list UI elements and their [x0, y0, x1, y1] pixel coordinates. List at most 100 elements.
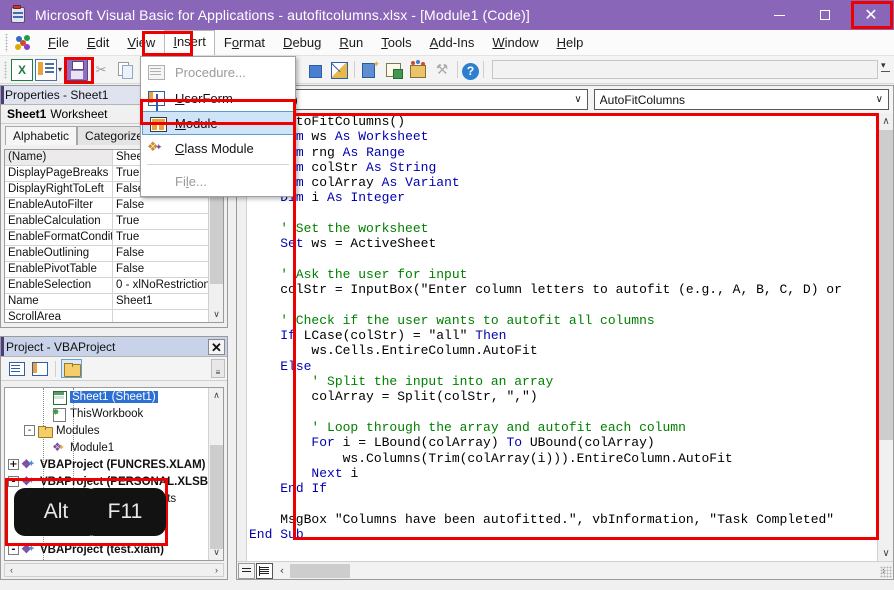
table-row[interactable]: Name Sheet1	[5, 294, 223, 310]
property-value[interactable]	[113, 310, 223, 322]
code-horizontal-scrollbar[interactable]: ‹ ›	[275, 562, 891, 579]
menu-tools[interactable]: Tools	[372, 31, 420, 55]
menu-grip-icon[interactable]	[3, 33, 12, 52]
tree-expand-toggle[interactable]: +	[8, 459, 19, 470]
scrollbar-thumb[interactable]	[879, 130, 893, 440]
vbaproject-icon	[21, 474, 37, 489]
property-key: EnablePivotTable	[5, 262, 113, 277]
properties-window-button[interactable]	[383, 59, 405, 81]
maximize-button[interactable]	[802, 0, 848, 30]
scroll-up-icon[interactable]: ∧	[209, 388, 223, 403]
property-value[interactable]: False	[113, 262, 223, 277]
project-close-button[interactable]: ✕	[208, 339, 225, 355]
tree-item-vbaproject-funcres[interactable]: + VBAProject (FUNCRES.XLAM)	[5, 456, 223, 473]
property-key: Name	[5, 294, 113, 309]
property-value[interactable]: False	[113, 198, 223, 213]
menu-item-procedure[interactable]: Procedure...	[141, 59, 295, 85]
insert-userform-button[interactable]	[35, 58, 57, 81]
resize-grip-icon[interactable]	[880, 566, 892, 578]
tree-item-sheet1[interactable]: Sheet1 (Sheet1)	[5, 388, 223, 405]
standard-toolbar: ▾ ▾	[0, 56, 894, 84]
menu-view[interactable]: View	[118, 31, 164, 55]
help-button[interactable]	[462, 62, 480, 80]
property-value[interactable]: False	[113, 246, 223, 261]
table-row[interactable]: EnablePivotTable False	[5, 262, 223, 278]
table-row[interactable]: ScrollArea	[5, 310, 223, 322]
tree-item-vbaproject-test[interactable]: - VBAProject (test.xlam)	[5, 541, 223, 558]
scrollbar-thumb[interactable]	[290, 563, 350, 578]
view-object-button[interactable]	[29, 359, 50, 378]
toolbar-overflow-icon[interactable]: ▾	[881, 60, 890, 72]
view-excel-button[interactable]	[11, 58, 33, 81]
cut-button[interactable]	[90, 59, 112, 81]
tree-collapse-toggle[interactable]: -	[8, 544, 19, 555]
procedure-view-button[interactable]	[238, 562, 255, 579]
scroll-up-icon[interactable]: ∧	[878, 113, 893, 129]
key-label: F11	[107, 500, 143, 523]
menu-addins[interactable]: Add-Ins	[421, 31, 484, 55]
tree-item-thisworkbook[interactable]: ThisWorkbook	[5, 405, 223, 422]
menu-item-file[interactable]: File...	[141, 168, 295, 194]
worksheet-icon	[51, 390, 67, 405]
menu-format[interactable]: Format	[215, 31, 274, 55]
close-button[interactable]: ✕	[848, 0, 894, 30]
table-row[interactable]: EnableOutlining False	[5, 246, 223, 262]
menu-file[interactable]: FFileile	[39, 31, 78, 55]
scroll-down-icon[interactable]: ∨	[209, 545, 223, 560]
menu-separator	[147, 164, 289, 165]
toolbox-button[interactable]	[431, 59, 453, 81]
toolbar-separator-2	[457, 61, 459, 78]
table-row[interactable]: EnableFormatConditi True	[5, 230, 223, 246]
code-text[interactable]: Sub AutoFitColumns() Dim ws As Worksheet…	[249, 114, 877, 561]
property-value[interactable]: True	[113, 214, 223, 229]
scroll-down-icon[interactable]: ∨	[209, 307, 223, 322]
tree-collapse-toggle[interactable]: -	[24, 425, 35, 436]
toggle-folders-button[interactable]	[61, 359, 82, 378]
menu-edit[interactable]: Edit	[78, 31, 118, 55]
property-value[interactable]: Sheet1	[113, 294, 223, 309]
table-row[interactable]: EnableCalculation True	[5, 214, 223, 230]
tree-item-module1[interactable]: Module1	[5, 439, 223, 456]
menu-item-label: Procedure...	[175, 64, 246, 80]
scroll-down-icon[interactable]: ∨	[878, 545, 893, 561]
view-code-button[interactable]	[6, 359, 27, 378]
project-title-bar: Project - VBAProject ✕	[1, 337, 227, 357]
project-tree-hscrollbar[interactable]: ‹ ›	[4, 563, 224, 577]
menu-debug[interactable]: Debug	[274, 31, 330, 55]
design-mode-button[interactable]	[328, 59, 350, 81]
project-tree-scrollbar[interactable]: ∧ ∨	[208, 388, 223, 560]
insert-dropdown-arrow-icon[interactable]: ▾	[58, 65, 62, 74]
object-browser-button[interactable]	[407, 59, 429, 81]
tree-collapse-toggle[interactable]: -	[8, 476, 19, 487]
module-icon	[150, 117, 167, 132]
hscroll-right-icon[interactable]: ›	[211, 565, 222, 575]
full-module-view-button[interactable]	[256, 562, 273, 579]
property-value[interactable]: True	[113, 230, 223, 245]
copy-button[interactable]	[114, 59, 136, 81]
menu-window[interactable]: Window	[483, 31, 547, 55]
code-editor-area[interactable]: Sub AutoFitColumns() Dim ws As Worksheet…	[237, 113, 893, 579]
toolbar-grip-icon[interactable]	[2, 60, 10, 79]
hscroll-left-icon[interactable]: ‹	[275, 563, 289, 579]
code-vertical-scrollbar[interactable]: ∧ ∨	[877, 113, 893, 561]
procedure-dropdown[interactable]: AutoFitColumns ∨	[593, 89, 889, 110]
tab-alphabetic[interactable]: Alphabetic	[5, 126, 78, 145]
save-button[interactable]	[66, 58, 89, 81]
menu-insert[interactable]: Insert	[164, 30, 215, 55]
break-button[interactable]	[304, 59, 326, 81]
vba-ide-window: Microsoft Visual Basic for Applications …	[0, 0, 894, 590]
tree-item-modules[interactable]: - Modules	[5, 422, 223, 439]
menu-item-module[interactable]: Module	[142, 111, 294, 135]
project-explorer-button[interactable]	[359, 59, 381, 81]
hscroll-left-icon[interactable]: ‹	[6, 565, 17, 575]
menu-item-userform[interactable]: UserForm	[141, 85, 295, 111]
menu-help[interactable]: Help	[548, 31, 593, 55]
menu-run[interactable]: Run	[330, 31, 372, 55]
table-row[interactable]: EnableAutoFilter False	[5, 198, 223, 214]
table-row[interactable]: EnableSelection 0 - xlNoRestrictions	[5, 278, 223, 294]
property-value[interactable]: 0 - xlNoRestrictions	[113, 278, 223, 293]
project-toolbar-overflow-icon[interactable]: ≡	[211, 359, 225, 378]
minimize-button[interactable]	[756, 0, 802, 30]
menu-item-class-module[interactable]: Class Module	[141, 135, 295, 161]
scrollbar-thumb[interactable]	[210, 445, 223, 549]
